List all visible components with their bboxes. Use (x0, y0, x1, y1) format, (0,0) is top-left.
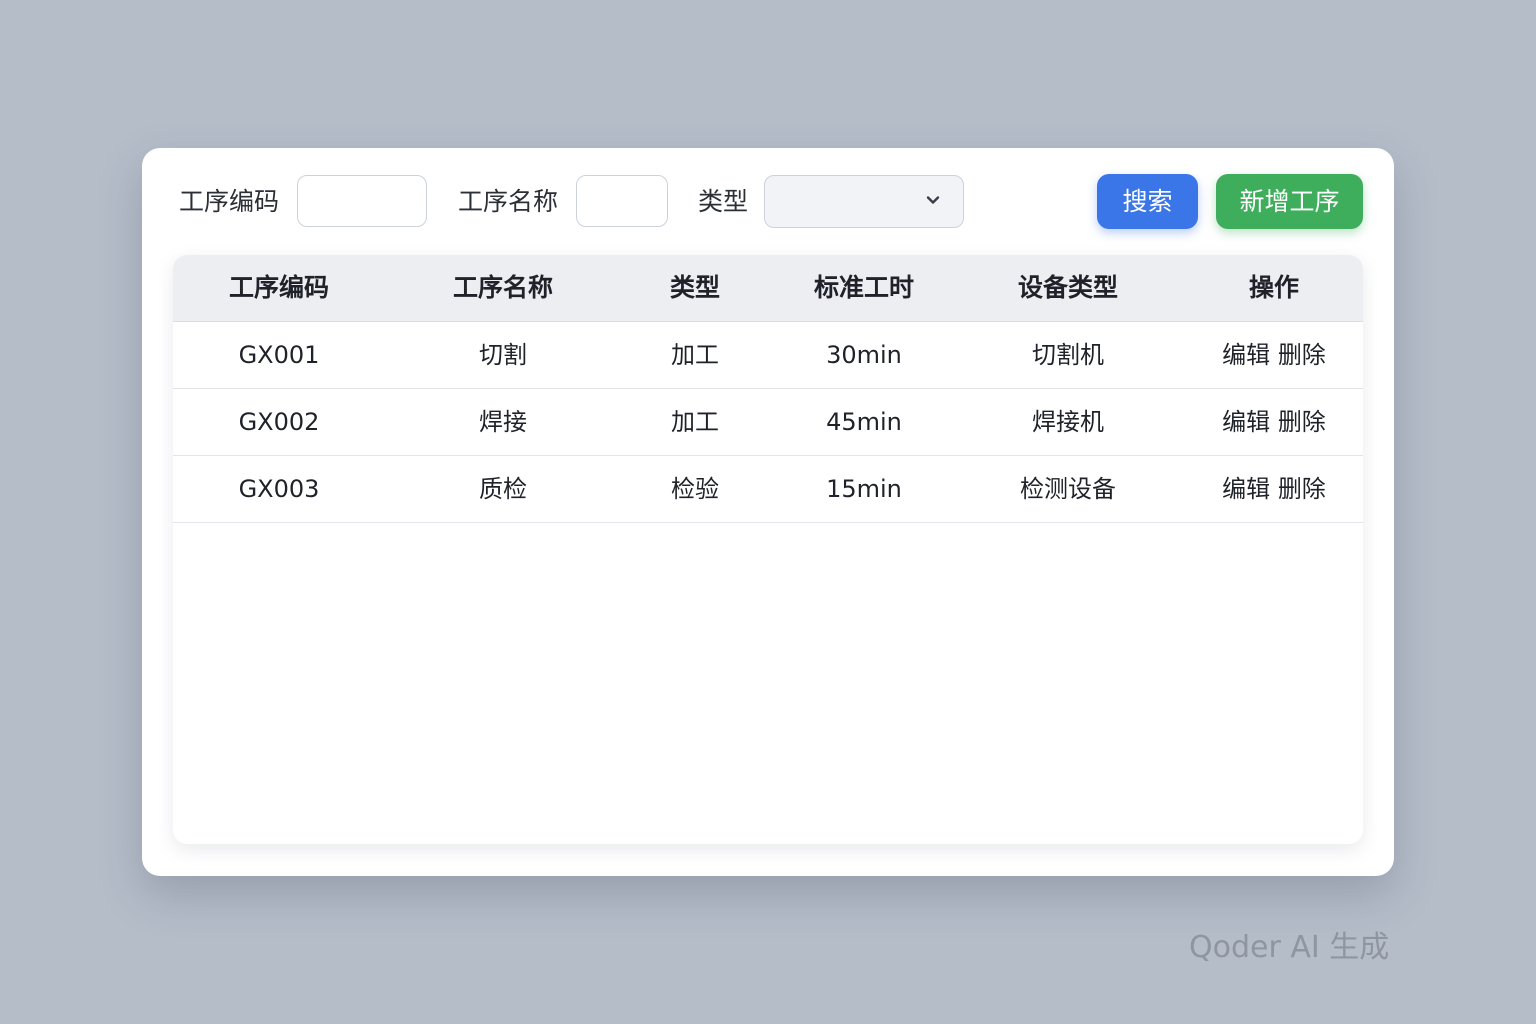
delete-link[interactable]: 删除 (1278, 389, 1326, 455)
cell-type: 检验 (671, 475, 719, 503)
cell-process-code: GX002 (238, 408, 320, 436)
delete-link[interactable]: 删除 (1278, 322, 1326, 388)
cell-equipment-type: 检测设备 (1020, 475, 1116, 503)
process-name-input[interactable] (576, 175, 668, 227)
table-row: GX002 焊接 加工 45min 焊接机 编辑 删除 (173, 389, 1363, 456)
cell-type: 加工 (671, 408, 719, 436)
process-code-label: 工序编码 (179, 187, 280, 216)
type-select[interactable] (764, 175, 964, 228)
cell-process-code: GX003 (238, 475, 320, 503)
cell-process-code: GX001 (238, 341, 320, 369)
column-header-equipment-type: 设备类型 (1017, 273, 1118, 302)
column-header-actions: 操作 (1248, 273, 1299, 302)
column-header-process-name: 工序名称 (452, 273, 553, 302)
search-button[interactable]: 搜索 (1097, 174, 1198, 229)
column-header-type: 类型 (669, 273, 720, 302)
cell-actions: 编辑 删除 (1177, 389, 1363, 455)
process-code-input[interactable] (297, 175, 427, 227)
cell-type: 加工 (671, 341, 719, 369)
cell-equipment-type: 切割机 (1032, 341, 1104, 369)
delete-link[interactable]: 删除 (1278, 456, 1326, 522)
cell-standard-time: 45min (826, 408, 902, 436)
cell-standard-time: 30min (826, 341, 902, 369)
cell-process-name: 切割 (479, 341, 527, 369)
watermark-text: Qoder AI 生成 (1189, 930, 1390, 965)
cell-actions: 编辑 删除 (1177, 322, 1363, 388)
process-table: 工序编码 工序名称 类型 标准工时 设备类型 操作 GX001 切割 加工 30… (173, 255, 1363, 844)
edit-link[interactable]: 编辑 (1222, 389, 1270, 455)
process-name-label: 工序名称 (458, 187, 559, 216)
cell-process-name: 质检 (479, 475, 527, 503)
cell-process-name: 焊接 (479, 408, 527, 436)
add-process-button[interactable]: 新增工序 (1216, 174, 1363, 229)
column-header-process-code: 工序编码 (228, 273, 329, 302)
cell-actions: 编辑 删除 (1177, 456, 1363, 522)
table-header: 工序编码 工序名称 类型 标准工时 设备类型 操作 (173, 255, 1363, 322)
edit-link[interactable]: 编辑 (1222, 322, 1270, 388)
edit-link[interactable]: 编辑 (1222, 456, 1270, 522)
column-header-standard-time: 标准工时 (813, 273, 914, 302)
cell-equipment-type: 焊接机 (1032, 408, 1104, 436)
cell-standard-time: 15min (826, 475, 902, 503)
type-label: 类型 (698, 187, 749, 216)
table-row: GX003 质检 检验 15min 检测设备 编辑 删除 (173, 456, 1363, 523)
table-row: GX001 切割 加工 30min 切割机 编辑 删除 (173, 322, 1363, 389)
chevron-down-icon (926, 196, 940, 204)
